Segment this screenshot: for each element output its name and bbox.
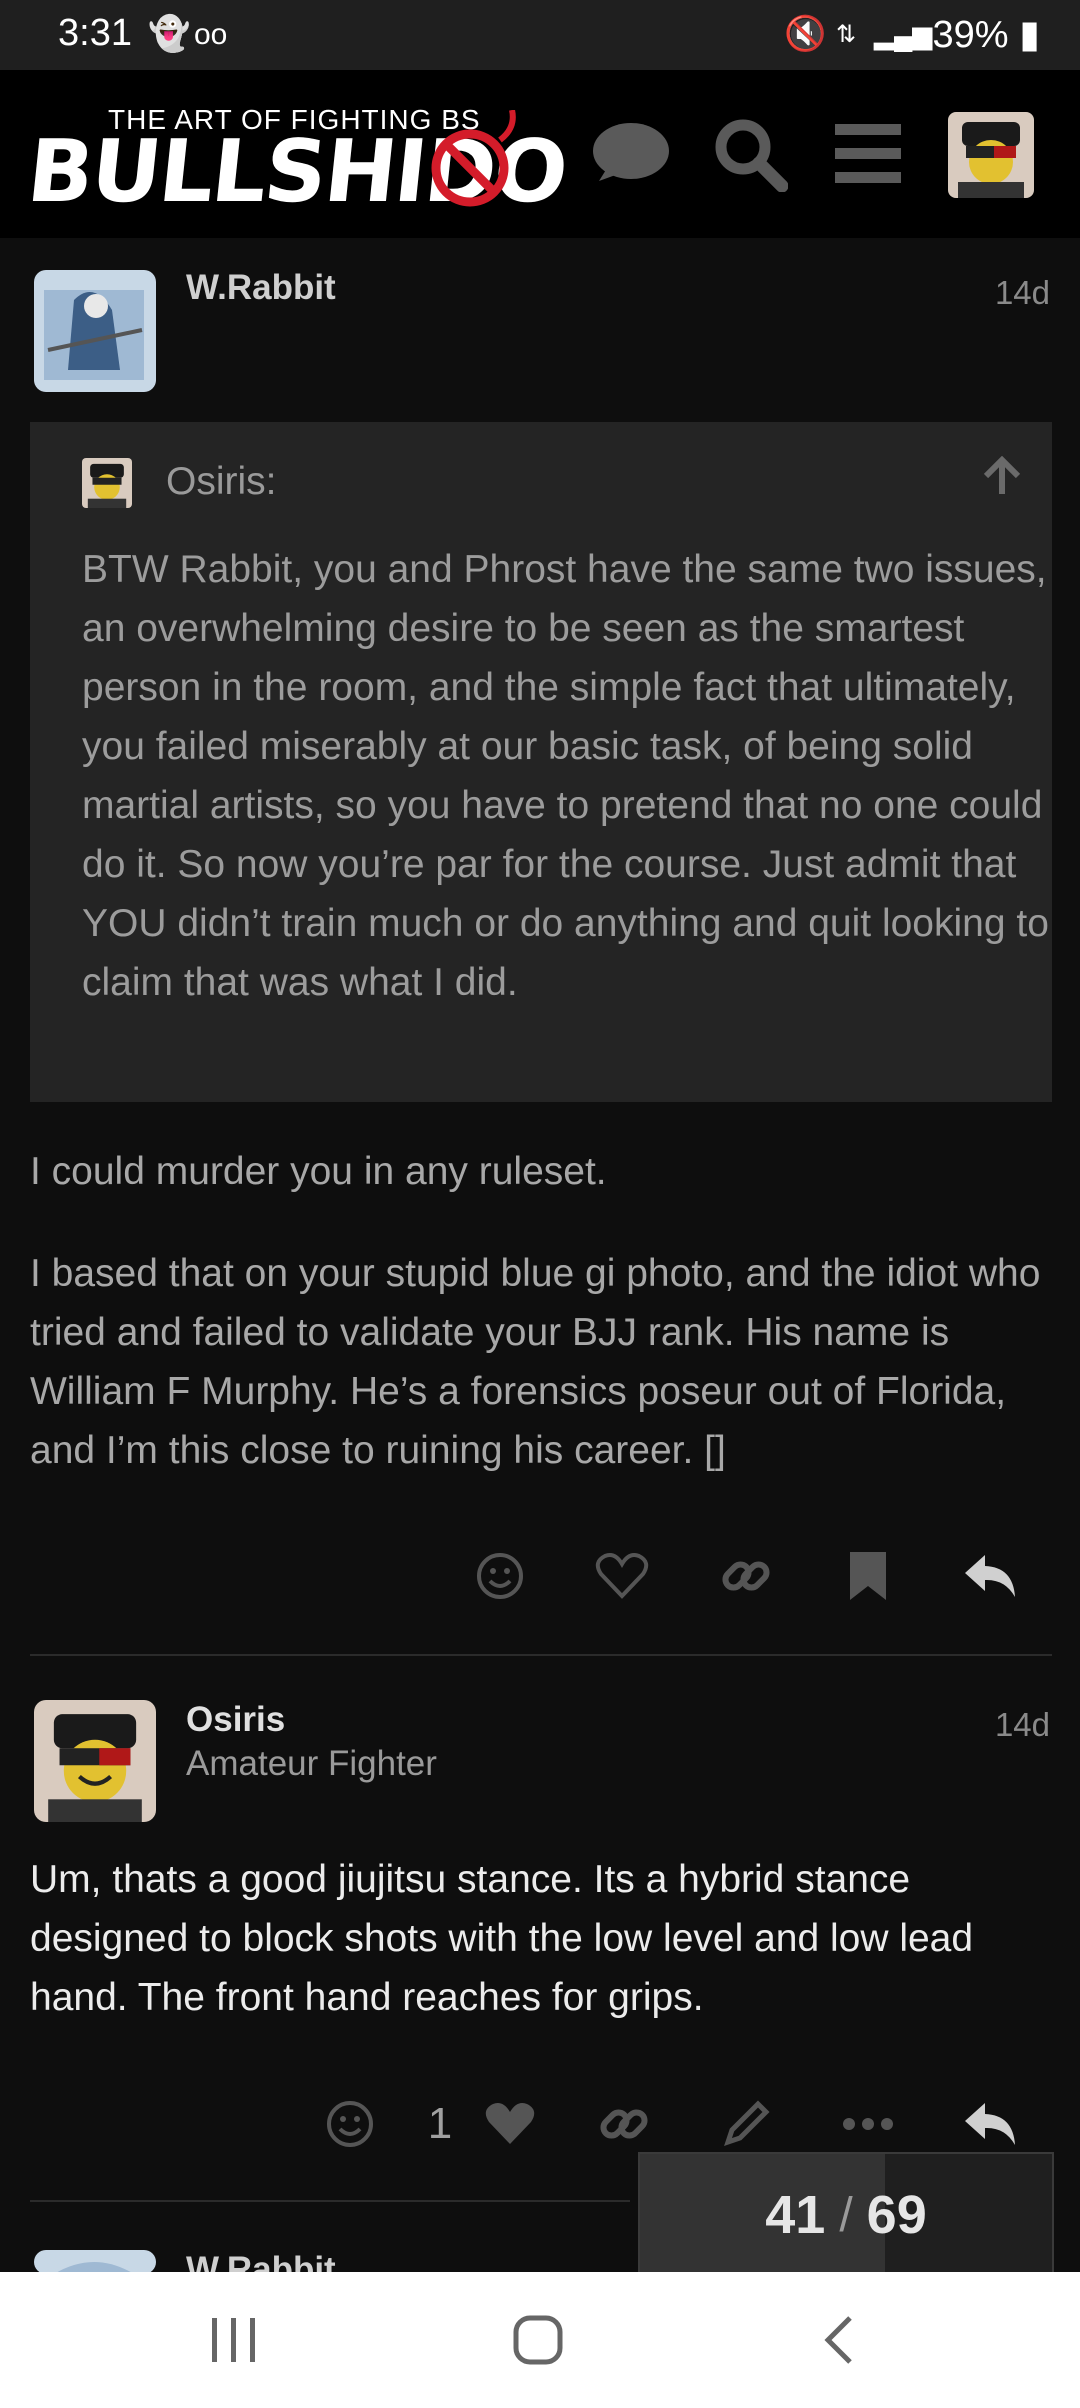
post-actions [470, 1546, 1050, 1616]
back-icon[interactable] [812, 2312, 868, 2373]
emoji-reaction-icon[interactable] [470, 1546, 530, 1606]
post-paragraph: I based that on your stupid blue gi phot… [30, 1252, 1041, 1472]
snapchat-icon: 👻 [148, 15, 191, 53]
clock: 3:31 [58, 12, 132, 54]
site-header: THE ART OF FIGHTING BS BULLSHIDO [0, 70, 1080, 238]
voicemail-icon: oo [194, 18, 228, 51]
reply-icon[interactable] [960, 2094, 1020, 2154]
post-divider [30, 2200, 630, 2202]
post-age[interactable]: 14d [995, 274, 1050, 312]
chat-icon[interactable] [588, 112, 672, 196]
post-avatar-osiris[interactable] [34, 1700, 156, 1822]
battery-level: 39% ▮ [932, 14, 1040, 56]
reply-icon[interactable] [960, 1546, 1020, 1606]
no-bs-icon [431, 110, 516, 207]
progress-current: 41 [765, 2185, 826, 2245]
post-avatar-wrabbit[interactable] [34, 2250, 156, 2274]
user-title: Amateur Fighter [186, 1744, 437, 1783]
signal-icon: ▂▄▆ [874, 20, 933, 50]
post-username[interactable]: W.Rabbit [186, 268, 336, 308]
progress-total: 69 [866, 2185, 927, 2245]
bookmark-icon[interactable] [838, 1546, 898, 1606]
site-logo[interactable]: THE ART OF FIGHTING BS BULLSHIDO [23, 104, 571, 244]
post-username[interactable]: W.Rabbit [186, 2250, 336, 2274]
post-age[interactable]: 14d [995, 1706, 1050, 1744]
menu-icon[interactable] [826, 112, 910, 196]
mute-icon: 🔇 [784, 15, 827, 53]
post-username[interactable]: Osiris [186, 1700, 285, 1740]
link-icon[interactable] [594, 2094, 654, 2154]
post-paragraph: I could murder you in any ruleset. [30, 1150, 607, 1193]
like-icon[interactable] [592, 1546, 652, 1606]
link-icon[interactable] [716, 1546, 776, 1606]
like-count[interactable]: 1 [420, 2094, 460, 2154]
post-paragraph: Um, thats a good jiujitsu stance. Its a … [30, 1858, 974, 2019]
status-bar: 3:31 👻 oo 🔇 ⇅ ▂▄▆ 39% ▮ [0, 0, 1080, 70]
post-divider [30, 1654, 1052, 1656]
like-icon[interactable] [480, 2094, 540, 2154]
arrow-up-icon[interactable] [982, 455, 1022, 501]
home-icon[interactable] [510, 2312, 566, 2373]
recent-apps-icon[interactable] [204, 2312, 264, 2373]
topic-progress[interactable]: 41 / 69 [638, 2152, 1054, 2278]
current-user-avatar[interactable] [948, 112, 1034, 198]
quote-author: Osiris: [166, 460, 277, 503]
more-options-icon[interactable] [838, 2094, 898, 2154]
edit-icon[interactable] [716, 2094, 776, 2154]
topic-progress-label: 41 / 69 [640, 2154, 1052, 2276]
search-icon[interactable] [708, 112, 792, 196]
progress-separator: / [839, 2188, 853, 2242]
emoji-reaction-icon[interactable] [320, 2094, 380, 2154]
post-avatar-wrabbit[interactable] [34, 270, 156, 392]
data-icon: ⇅ [836, 21, 857, 48]
quote-block: Osiris: BTW Rabbit, you and Phrost have … [30, 422, 1052, 1102]
system-nav-bar [0, 2272, 1080, 2408]
quote-avatar [82, 458, 132, 508]
quote-text: BTW Rabbit, you and Phrost have the same… [82, 548, 1049, 1004]
